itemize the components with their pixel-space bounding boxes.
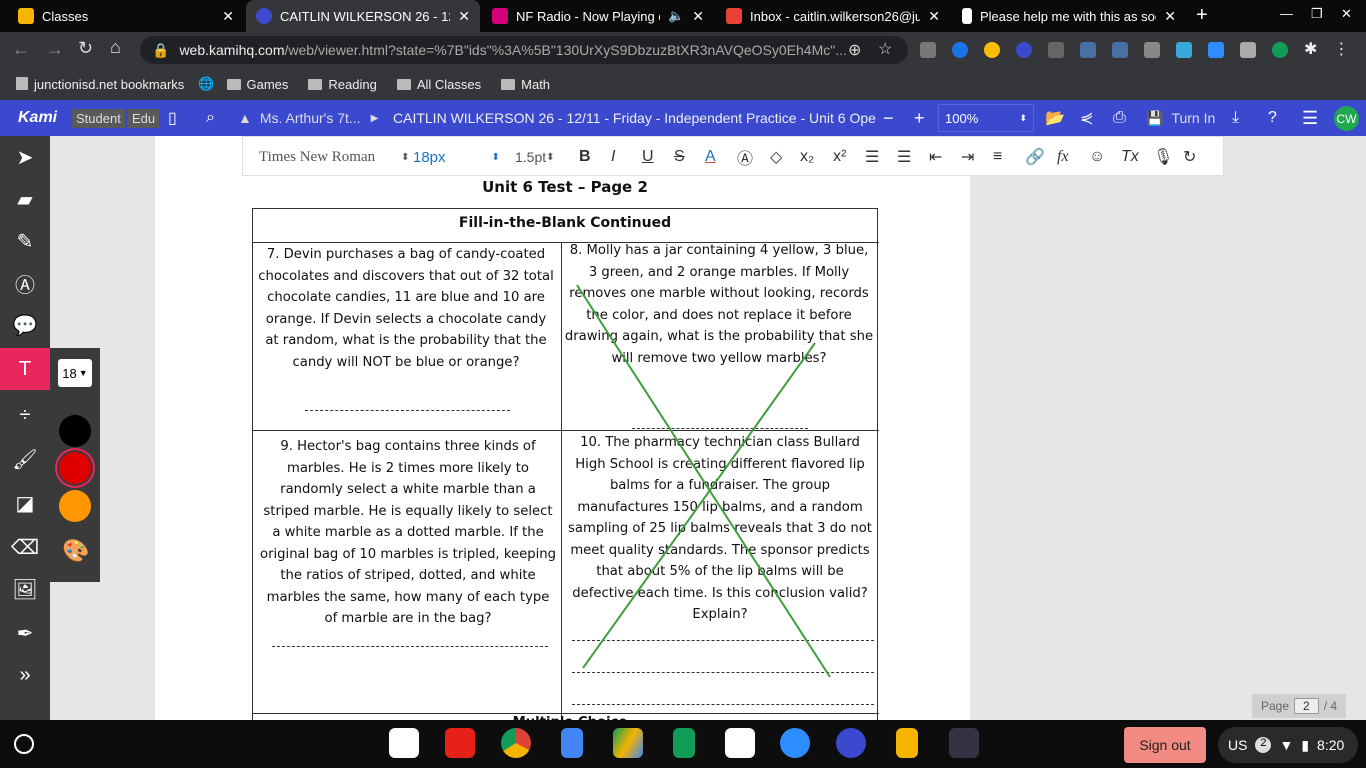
youtube-icon[interactable]	[445, 728, 475, 758]
kami-app-icon[interactable]	[836, 728, 866, 758]
launcher-icon[interactable]	[14, 734, 34, 754]
app-icon[interactable]	[389, 728, 419, 758]
status-tray[interactable]: US 2 ▼ ▮ 8:20	[1218, 727, 1358, 763]
battery-icon: ▮	[1301, 736, 1310, 753]
page-number-input[interactable]: 2	[1294, 698, 1319, 714]
chrome-icon[interactable]	[501, 728, 531, 758]
testnav-icon[interactable]	[725, 728, 755, 758]
slides-icon[interactable]	[896, 728, 918, 758]
wifi-icon: ▼	[1279, 737, 1294, 753]
sign-out-button[interactable]: Sign out	[1124, 727, 1206, 763]
sheets-icon[interactable]	[673, 728, 695, 758]
drive-icon[interactable]	[613, 728, 643, 758]
zoom-app-icon[interactable]	[780, 728, 810, 758]
app-icon[interactable]	[949, 728, 979, 758]
green-x-annotation[interactable]	[0, 0, 1366, 720]
docs-icon[interactable]	[561, 728, 583, 758]
page-indicator: Page 2 / 4	[1252, 694, 1346, 718]
notification-badge: 2	[1255, 737, 1272, 753]
clock: 8:20	[1317, 737, 1345, 753]
